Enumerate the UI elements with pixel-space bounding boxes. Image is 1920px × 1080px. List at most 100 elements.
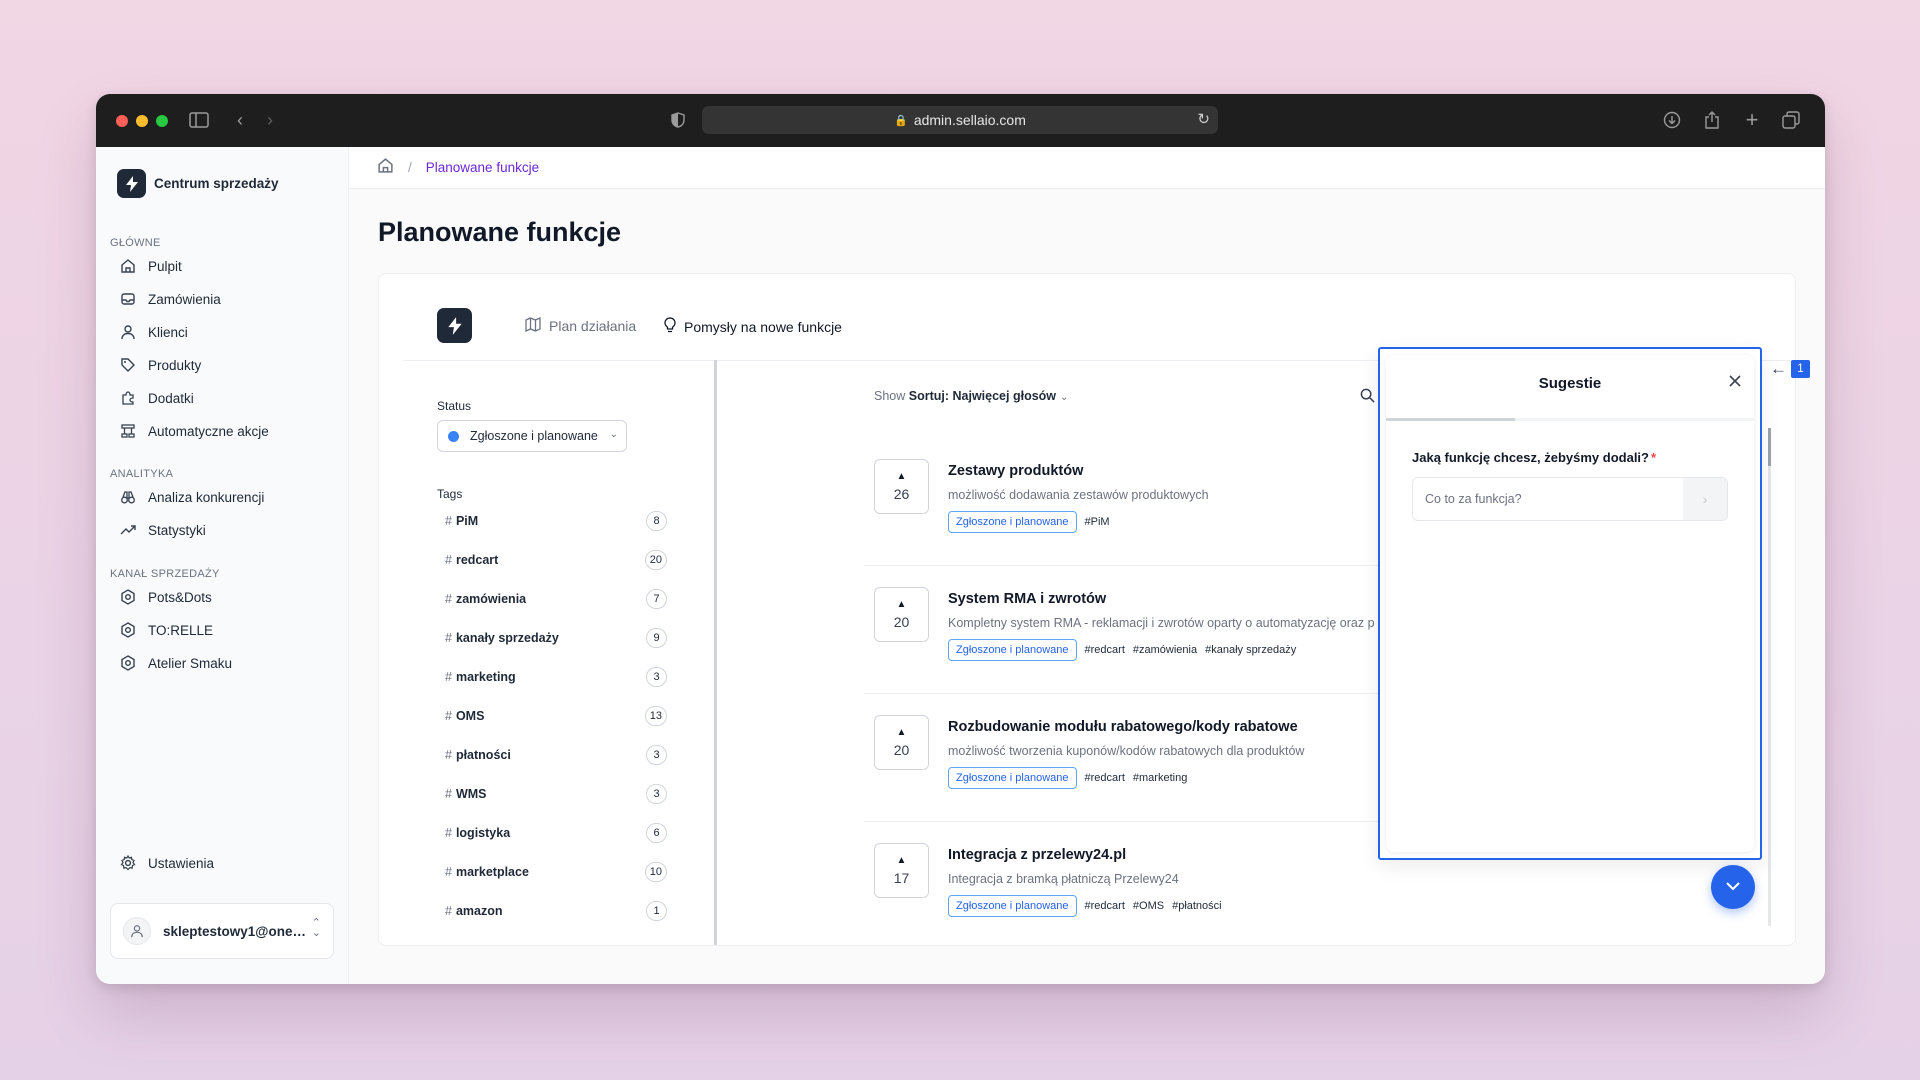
sidebar-item-atelier-smaku[interactable]: Atelier Smaku <box>119 654 232 672</box>
sidebar-item-dodatki[interactable]: Dodatki <box>119 389 194 407</box>
tag-filter-item[interactable]: # kanały sprzedaży 9 <box>445 627 667 649</box>
chevron-down-icon: ⌄ <box>609 429 618 440</box>
url-text: admin.sellaio.com <box>913 112 1026 128</box>
sidebar-item-zamowienia[interactable]: Zamówienia <box>119 290 221 308</box>
zoom-window-button[interactable] <box>156 115 168 127</box>
tab-pomysly[interactable]: Pomysły na nowe funkcje <box>664 317 842 336</box>
search-icon[interactable] <box>1360 388 1375 407</box>
workflow-icon <box>119 422 137 440</box>
filter-column-scrollbar[interactable] <box>714 360 717 945</box>
tag-count: 8 <box>646 511 667 531</box>
tab-overview-icon[interactable] <box>1781 108 1801 132</box>
status-filter-select[interactable]: Zgłoszone i planowane ⌄ <box>437 420 627 452</box>
sort-show-label: Show <box>874 389 906 403</box>
upvote-button[interactable]: ▲ 17 <box>874 843 929 898</box>
sidebar-item-automatyczne-akcje[interactable]: Automatyczne akcje <box>119 422 269 440</box>
tag-filter-item[interactable]: # marketplace 10 <box>445 861 667 883</box>
privacy-shield-icon[interactable] <box>668 108 688 132</box>
sidebar-item-produkty[interactable]: Produkty <box>119 356 201 374</box>
sort-dropdown[interactable]: Show Sortuj: Najwięcej głosów ⌄ <box>874 389 1068 403</box>
caret-up-icon: ▲ <box>896 598 907 610</box>
trending-up-icon <box>119 521 137 539</box>
chat-toggle-button[interactable] <box>1711 865 1755 909</box>
tag-filter-item[interactable]: # OMS 13 <box>445 705 667 727</box>
sidebar-item-label: Dodatki <box>148 390 194 406</box>
feature-divider <box>864 693 1434 694</box>
new-tab-icon[interactable]: + <box>1742 107 1762 132</box>
tab-plan-dzialania[interactable]: Plan działania <box>525 316 637 335</box>
sidebar-item-pulpit[interactable]: Pulpit <box>119 257 182 275</box>
feature-list-scrollbar[interactable] <box>1768 428 1771 926</box>
sidebar-item-torelle[interactable]: TO:RELLE <box>119 621 213 639</box>
feature-item[interactable]: ▲ 20 System RMA i zwrotów Kompletny syst… <box>874 587 1434 691</box>
sidebar-item-pots-dots[interactable]: Pots&Dots <box>119 588 212 606</box>
sidebar-item-statystyki[interactable]: Statystyki <box>119 521 206 539</box>
gear-icon <box>119 854 137 872</box>
close-icon[interactable] <box>1728 371 1742 394</box>
tag-count: 6 <box>646 823 667 843</box>
tag-filter-item[interactable]: # amazon 1 <box>445 900 667 922</box>
hash-icon: # <box>445 748 452 762</box>
tag-name: kanały sprzedaży <box>455 631 559 645</box>
upvote-button[interactable]: ▲ 26 <box>874 459 929 514</box>
sidebar-item-label: Analiza konkurencji <box>148 489 265 505</box>
lock-icon: 🔒 <box>894 114 908 127</box>
tag-filter-item[interactable]: # redcart 20 <box>445 549 667 571</box>
panel-progress <box>1386 418 1754 421</box>
tag-filter-item[interactable]: # logistyka 6 <box>445 822 667 844</box>
scrollbar-thumb[interactable] <box>1768 428 1771 466</box>
feature-title: Integracja z przelewy24.pl <box>948 847 1127 863</box>
address-bar[interactable]: 🔒 admin.sellaio.com ↻ <box>702 106 1218 134</box>
feature-item[interactable]: ▲ 26 Zestawy produktów możliwość dodawan… <box>874 459 1434 563</box>
inbox-icon <box>119 290 137 308</box>
section-label-analytics: ANALITYKA <box>110 468 174 480</box>
home-icon[interactable] <box>377 157 394 179</box>
brand-name: Centrum sprzedaży <box>154 176 279 191</box>
sidebar-item-label: TO:RELLE <box>148 622 214 638</box>
brand[interactable]: Centrum sprzedaży <box>117 169 279 198</box>
feature-tag: #zamówienia <box>1132 644 1198 656</box>
upvote-button[interactable]: ▲ 20 <box>874 715 929 770</box>
tag-name: redcart <box>455 553 499 567</box>
feature-description: możliwość tworzenia kuponów/kodów rabato… <box>948 744 1305 758</box>
feature-title: Rozbudowanie modułu rabatowego/kody raba… <box>948 719 1298 735</box>
tab-label: Plan działania <box>549 318 637 334</box>
hash-icon: # <box>445 787 452 801</box>
status-filter-value: Zgłoszone i planowane <box>470 429 598 443</box>
feature-title: System RMA i zwrotów <box>948 591 1107 607</box>
feature-tag: #kanały sprzedaży <box>1205 644 1297 656</box>
tag-filter-item[interactable]: # płatności 3 <box>445 744 667 766</box>
user-account-switcher[interactable]: skleptestowy1@onet... ⌃ ⌄ <box>110 903 334 959</box>
download-icon[interactable] <box>1662 108 1682 132</box>
close-window-button[interactable] <box>116 115 128 127</box>
feature-name-input[interactable] <box>1413 478 1683 520</box>
breadcrumb-current[interactable]: Planowane funkcje <box>426 160 539 175</box>
tag-filter-item[interactable]: # marketing 3 <box>445 666 667 688</box>
sidebar-item-klienci[interactable]: Klienci <box>119 323 188 341</box>
feature-tag: #marketing <box>1132 772 1188 784</box>
sidebar-toggle-icon[interactable] <box>188 108 210 132</box>
sidebar-item-analiza-konkurencji[interactable]: Analiza konkurencji <box>119 488 264 506</box>
upvote-button[interactable]: ▲ 20 <box>874 587 929 642</box>
feature-tag: #redcart <box>1084 900 1125 912</box>
feature-item[interactable]: ▲ 20 Rozbudowanie modułu rabatowego/kody… <box>874 715 1434 819</box>
tag-filter-item[interactable]: # WMS 3 <box>445 783 667 805</box>
minimize-window-button[interactable] <box>136 115 148 127</box>
hash-icon: # <box>445 904 452 918</box>
tag-filter-item[interactable]: # PiM 8 <box>445 510 667 532</box>
share-icon[interactable] <box>1702 108 1722 132</box>
feature-item[interactable]: ▲ 17 Integracja z przelewy24.pl Integrac… <box>874 843 1434 945</box>
suggestions-panel-content: Sugestie Jaką funkcję chcesz, żebyśmy do… <box>1386 355 1754 852</box>
tag-name: WMS <box>455 787 487 801</box>
progress-bar <box>1386 418 1515 421</box>
tag-name: OMS <box>455 709 485 723</box>
reload-icon[interactable]: ↻ <box>1197 110 1210 128</box>
tag-name: płatności <box>455 748 511 762</box>
binoculars-icon <box>119 488 137 506</box>
chevron-right-icon[interactable]: › <box>1683 478 1727 520</box>
sidebar-item-ustawienia[interactable]: Ustawienia <box>119 854 214 872</box>
back-icon[interactable]: ‹ <box>232 108 248 132</box>
caret-up-icon: ▲ <box>896 726 907 738</box>
forward-icon[interactable]: › <box>262 108 278 132</box>
tag-filter-item[interactable]: # zamówienia 7 <box>445 588 667 610</box>
